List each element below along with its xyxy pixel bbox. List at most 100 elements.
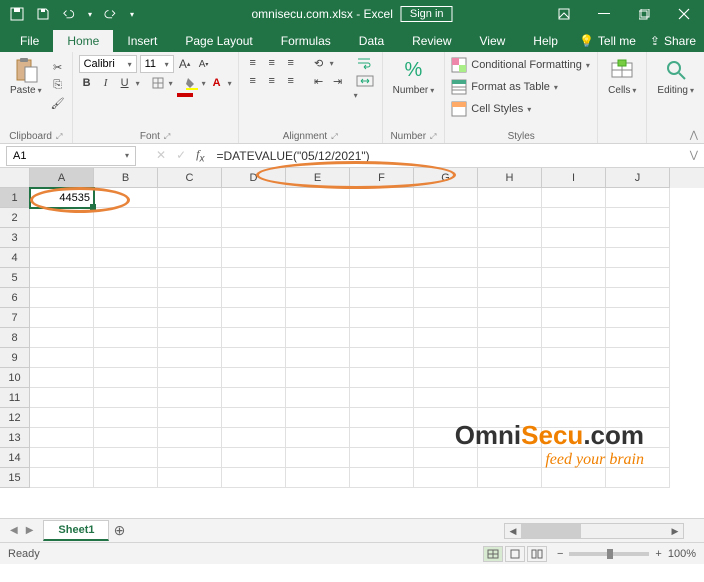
cell-C14[interactable] [158,448,222,468]
format-as-table-button[interactable]: Format as Table▾ [451,77,590,97]
autosave-icon[interactable] [10,7,24,21]
cell-D9[interactable] [222,348,286,368]
col-header-I[interactable]: I [542,168,606,188]
cell-C7[interactable] [158,308,222,328]
cell-C9[interactable] [158,348,222,368]
cell-J1[interactable] [606,188,670,208]
name-box-dropdown-icon[interactable]: ▾ [125,151,129,160]
cell-H2[interactable] [478,208,542,228]
formula-bar[interactable]: =DATEVALUE("05/12/2021") [212,147,684,165]
cell-E11[interactable] [286,388,350,408]
cell-A1[interactable]: 44535 [30,188,94,208]
number-format-button[interactable]: % Number▾ [389,55,439,98]
tab-formulas[interactable]: Formulas [267,30,345,52]
cell-J7[interactable] [606,308,670,328]
row-header-4[interactable]: 4 [0,248,30,268]
col-header-D[interactable]: D [222,168,286,188]
tab-home[interactable]: Home [53,30,113,52]
zoom-slider[interactable] [569,552,649,556]
increase-indent-icon[interactable]: ⇥ [330,73,346,89]
paste-button[interactable]: Paste▾ [6,55,46,98]
cell-G11[interactable] [414,388,478,408]
cell-C15[interactable] [158,468,222,488]
cell-I4[interactable] [542,248,606,268]
tell-me-button[interactable]: 💡Tell me [579,34,636,48]
cell-G9[interactable] [414,348,478,368]
hscroll-track[interactable] [521,524,667,538]
row-header-9[interactable]: 9 [0,348,30,368]
row-header-15[interactable]: 15 [0,468,30,488]
tab-review[interactable]: Review [398,30,465,52]
cell-D10[interactable] [222,368,286,388]
cell-D4[interactable] [222,248,286,268]
col-header-G[interactable]: G [414,168,478,188]
cell-I1[interactable] [542,188,606,208]
sheet-nav-next-icon[interactable]: ▶ [26,525,34,536]
cell-B8[interactable] [94,328,158,348]
cell-H3[interactable] [478,228,542,248]
cell-F7[interactable] [350,308,414,328]
cell-C13[interactable] [158,428,222,448]
cell-F3[interactable] [350,228,414,248]
borders-icon[interactable] [150,75,166,91]
row-header-5[interactable]: 5 [0,268,30,288]
normal-view-button[interactable] [483,546,503,562]
row-header-2[interactable]: 2 [0,208,30,228]
insert-function-icon[interactable]: fx [196,147,204,164]
cancel-formula-icon[interactable]: ✕ [156,148,166,162]
cell-D14[interactable] [222,448,286,468]
cell-C12[interactable] [158,408,222,428]
qat-customize-icon[interactable]: ▾ [130,10,134,19]
underline-dropdown-icon[interactable]: ▾ [136,79,140,88]
col-header-C[interactable]: C [158,168,222,188]
cell-A15[interactable] [30,468,94,488]
align-middle-icon[interactable]: ≡ [264,55,280,71]
align-center-icon[interactable]: ≡ [264,73,280,89]
cell-I3[interactable] [542,228,606,248]
cell-A2[interactable] [30,208,94,228]
cell-D11[interactable] [222,388,286,408]
cell-B9[interactable] [94,348,158,368]
cell-I8[interactable] [542,328,606,348]
cell-E15[interactable] [286,468,350,488]
cell-J8[interactable] [606,328,670,348]
cell-G7[interactable] [414,308,478,328]
cut-icon[interactable]: ✂ [50,59,66,75]
sheet-tab-sheet1[interactable]: Sheet1 [43,520,109,541]
cell-I6[interactable] [542,288,606,308]
col-header-E[interactable]: E [286,168,350,188]
save-icon[interactable] [36,7,50,21]
close-button[interactable] [664,0,704,28]
cell-B3[interactable] [94,228,158,248]
copy-icon[interactable]: ⎘ [50,77,66,93]
col-header-A[interactable]: A [30,168,94,188]
cell-A11[interactable] [30,388,94,408]
alignment-launcher-icon[interactable]: ⤢ [331,132,337,142]
orientation-icon[interactable]: ⟲ [311,55,327,71]
cell-H1[interactable] [478,188,542,208]
cell-G6[interactable] [414,288,478,308]
cell-B14[interactable] [94,448,158,468]
cell-F11[interactable] [350,388,414,408]
cell-H6[interactable] [478,288,542,308]
cell-J3[interactable] [606,228,670,248]
cell-A3[interactable] [30,228,94,248]
col-header-F[interactable]: F [350,168,414,188]
cell-F12[interactable] [350,408,414,428]
cell-H15[interactable] [478,468,542,488]
cell-C4[interactable] [158,248,222,268]
cell-C3[interactable] [158,228,222,248]
cell-E7[interactable] [286,308,350,328]
col-header-H[interactable]: H [478,168,542,188]
tab-help[interactable]: Help [519,30,572,52]
cell-D8[interactable] [222,328,286,348]
font-size-select[interactable]: 11▾ [140,55,174,73]
redo-icon[interactable] [104,7,118,21]
page-layout-view-button[interactable] [505,546,525,562]
cell-D6[interactable] [222,288,286,308]
horizontal-scrollbar[interactable]: ◀ ▶ [504,523,684,539]
cell-J4[interactable] [606,248,670,268]
cell-H7[interactable] [478,308,542,328]
cell-C2[interactable] [158,208,222,228]
cell-J11[interactable] [606,388,670,408]
